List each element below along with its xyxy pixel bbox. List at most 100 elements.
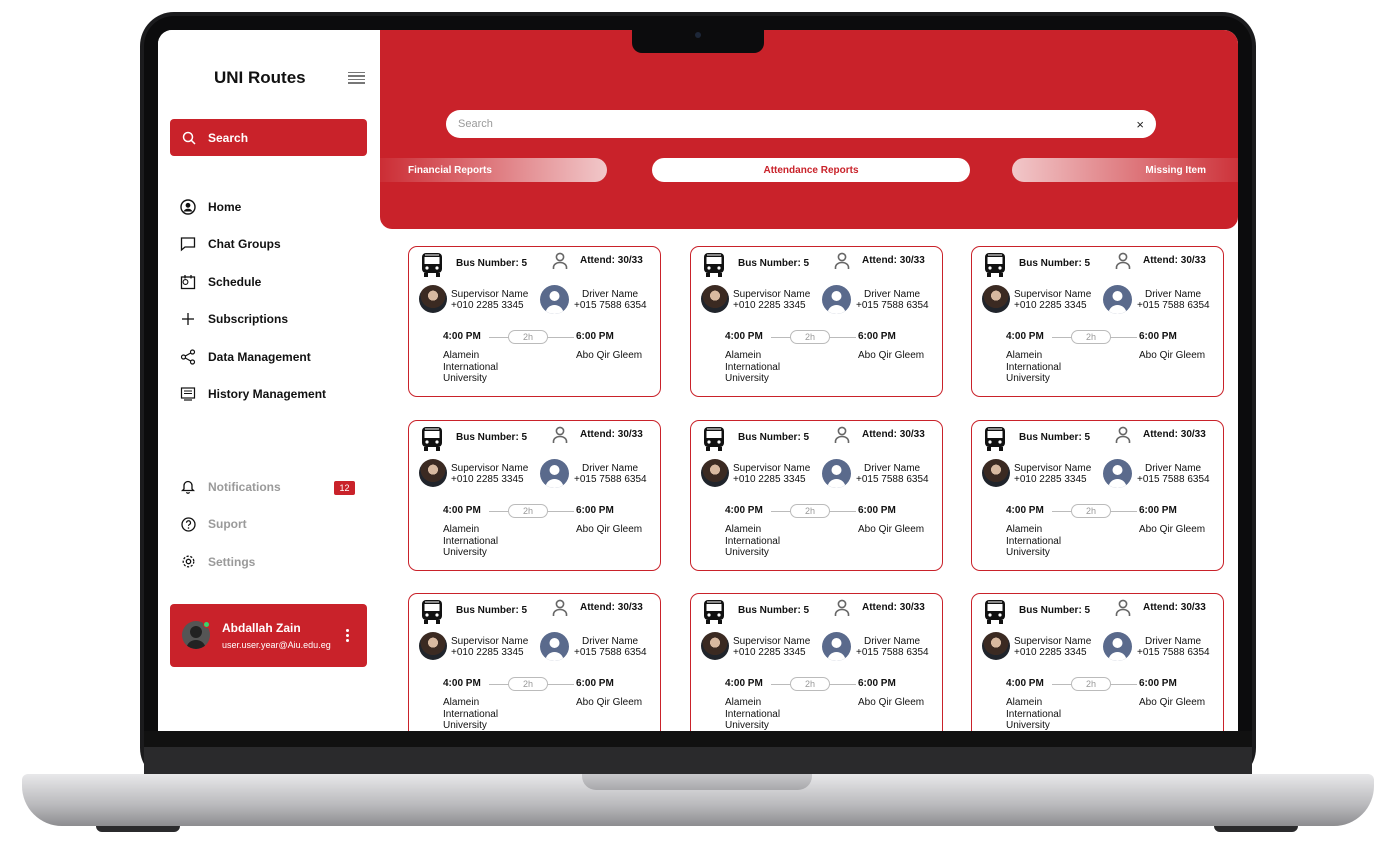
driver-phone: +015 7588 6354 — [856, 647, 929, 658]
supervisor-phone: +010 2285 3345 — [733, 300, 806, 311]
tab-financial-reports[interactable]: Financial Reports — [380, 158, 607, 182]
plus-icon — [180, 311, 196, 327]
bus-card[interactable]: Bus Number: 5 Attend: 30/33 Supervisor N… — [690, 420, 943, 571]
bus-number: Bus Number: 5 — [1019, 258, 1091, 269]
attendance-count: Attend: 30/33 — [1143, 429, 1206, 440]
driver-avatar — [822, 285, 851, 314]
driver-name: Driver Name — [1145, 289, 1202, 300]
departure-time: 4:00 PM — [725, 505, 763, 516]
supervisor-name: Supervisor Name — [1014, 636, 1092, 647]
bus-icon — [422, 600, 442, 624]
sidebar-item-label: Settings — [208, 554, 256, 569]
supervisor-phone: +010 2285 3345 — [1014, 647, 1087, 658]
tab-attendance-reports[interactable]: Attendance Reports — [652, 158, 970, 182]
sidebar-item-label: Subscriptions — [208, 312, 289, 327]
supervisor-name: Supervisor Name — [451, 636, 529, 647]
bus-icon — [704, 600, 724, 624]
departure-time: 4:00 PM — [725, 331, 763, 342]
trip-duration: 2h — [790, 330, 830, 344]
sidebar-item-subscriptions[interactable]: Subscriptions — [180, 301, 326, 339]
bus-card[interactable]: Bus Number: 5 Attend: 30/33 Supervisor N… — [408, 420, 661, 571]
departure-time: 4:00 PM — [443, 678, 481, 689]
trip-duration: 2h — [508, 504, 548, 518]
driver-name: Driver Name — [1145, 463, 1202, 474]
supervisor-avatar — [701, 459, 729, 487]
sidebar-item-label: Notifications — [208, 479, 281, 494]
supervisor-avatar — [419, 285, 447, 313]
arrival-time: 6:00 PM — [576, 331, 614, 342]
driver-phone: +015 7588 6354 — [856, 300, 929, 311]
laptop-foot — [1214, 826, 1298, 832]
sidebar-item-home[interactable]: Home — [180, 188, 326, 226]
tab-missing-item[interactable]: Missing Item — [1012, 158, 1238, 182]
destination-location: Abo Qir Gleem — [858, 524, 925, 535]
supervisor-name: Supervisor Name — [1014, 463, 1092, 474]
arrival-time: 6:00 PM — [858, 505, 896, 516]
sidebar-item-settings[interactable]: Settings — [180, 543, 281, 581]
clear-search-icon[interactable]: × — [1136, 117, 1144, 132]
attendance-count: Attend: 30/33 — [1143, 255, 1206, 266]
bus-icon — [985, 600, 1005, 624]
sidebar-item-data-management[interactable]: Data Management — [180, 338, 326, 376]
bus-card[interactable]: Bus Number: 5 Attend: 30/33 Supervisor N… — [408, 246, 661, 397]
sidebar-item-chat-groups[interactable]: Chat Groups — [180, 226, 326, 264]
supervisor-avatar — [419, 632, 447, 660]
sidebar-search-label: Search — [208, 130, 249, 145]
sidebar-item-history-management[interactable]: History Management — [180, 376, 326, 414]
more-options-icon[interactable] — [346, 629, 349, 644]
supervisor-avatar — [982, 632, 1010, 660]
trip-duration: 2h — [1071, 677, 1111, 691]
sidebar-item-notifications[interactable]: Notifications — [180, 468, 281, 506]
destination-location: Abo Qir Gleem — [1139, 350, 1206, 361]
user-profile-card[interactable]: Abdallah Zain user.user.year@Aiu.edu.eg — [170, 604, 367, 667]
bus-card[interactable]: Bus Number: 5 Attend: 30/33 Supervisor N… — [408, 593, 661, 731]
attendance-count: Attend: 30/33 — [862, 255, 925, 266]
supervisor-phone: +010 2285 3345 — [451, 300, 524, 311]
schedule-icon — [180, 274, 196, 290]
supervisor-avatar — [982, 459, 1010, 487]
sidebar-item-support[interactable]: Suport — [180, 506, 281, 544]
person-icon — [1115, 426, 1131, 443]
supervisor-phone: +010 2285 3345 — [1014, 474, 1087, 485]
person-icon — [834, 252, 850, 269]
arrival-time: 6:00 PM — [1139, 505, 1177, 516]
destination-location: Abo Qir Gleem — [576, 524, 643, 535]
online-status-dot — [203, 621, 210, 628]
notifications-badge: 12 — [334, 481, 355, 495]
bus-card[interactable]: Bus Number: 5 Attend: 30/33 Supervisor N… — [690, 246, 943, 397]
laptop-foot — [96, 826, 180, 832]
attendance-count: Attend: 30/33 — [580, 255, 643, 266]
sidebar-item-label: Suport — [208, 517, 247, 532]
help-icon — [180, 516, 196, 532]
bus-card[interactable]: Bus Number: 5 Attend: 30/33 Supervisor N… — [971, 420, 1224, 571]
sidebar-search-button[interactable]: Search — [170, 119, 367, 156]
hamburger-menu-icon[interactable] — [348, 72, 365, 84]
supervisor-name: Supervisor Name — [733, 636, 811, 647]
attendance-count: Attend: 30/33 — [862, 429, 925, 440]
supervisor-name: Supervisor Name — [733, 463, 811, 474]
driver-name: Driver Name — [1145, 636, 1202, 647]
user-email: user.user.year@Aiu.edu.eg — [222, 640, 331, 650]
share-icon — [180, 349, 196, 365]
attendance-count: Attend: 30/33 — [580, 602, 643, 613]
supervisor-phone: +010 2285 3345 — [733, 647, 806, 658]
sidebar-item-schedule[interactable]: Schedule — [180, 263, 326, 301]
trip-duration: 2h — [1071, 330, 1111, 344]
destination-location: Abo Qir Gleem — [576, 697, 643, 708]
sidebar-item-label: Chat Groups — [208, 237, 281, 252]
search-input[interactable]: Search × — [446, 110, 1156, 138]
driver-name: Driver Name — [864, 636, 921, 647]
search-placeholder: Search — [458, 118, 493, 130]
supervisor-phone: +010 2285 3345 — [451, 474, 524, 485]
bus-number: Bus Number: 5 — [738, 258, 810, 269]
arrival-time: 6:00 PM — [1139, 678, 1177, 689]
bus-icon — [985, 427, 1005, 451]
driver-avatar — [540, 632, 569, 661]
bus-card[interactable]: Bus Number: 5 Attend: 30/33 Supervisor N… — [690, 593, 943, 731]
arrival-time: 6:00 PM — [858, 678, 896, 689]
bus-card[interactable]: Bus Number: 5 Attend: 30/33 Supervisor N… — [971, 246, 1224, 397]
bus-card[interactable]: Bus Number: 5 Attend: 30/33 Supervisor N… — [971, 593, 1224, 731]
supervisor-phone: +010 2285 3345 — [733, 474, 806, 485]
departure-time: 4:00 PM — [443, 505, 481, 516]
arrival-time: 6:00 PM — [576, 678, 614, 689]
